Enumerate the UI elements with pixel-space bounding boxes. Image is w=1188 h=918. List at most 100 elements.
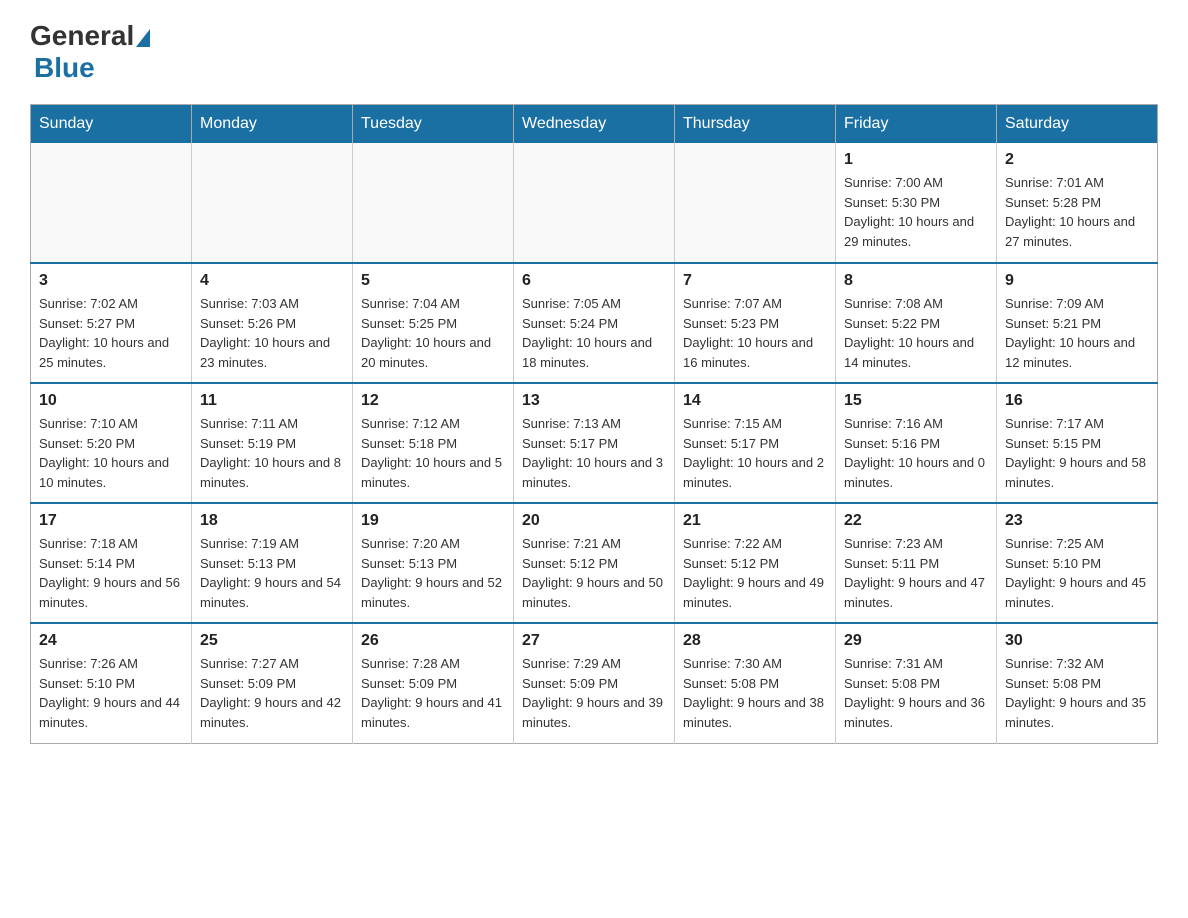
weekday-header-tuesday: Tuesday <box>353 105 514 144</box>
calendar-cell: 23 Sunrise: 7:25 AMSunset: 5:10 PMDayligh… <box>997 503 1158 623</box>
day-info: Sunrise: 7:00 AMSunset: 5:30 PMDaylight:… <box>844 173 988 251</box>
day-number: 12 <box>361 392 505 410</box>
day-info: Sunrise: 7:19 AMSunset: 5:13 PMDaylight:… <box>200 534 344 612</box>
day-info: Sunrise: 7:18 AMSunset: 5:14 PMDaylight:… <box>39 534 183 612</box>
day-info: Sunrise: 7:15 AMSunset: 5:17 PMDaylight:… <box>683 414 827 492</box>
calendar-cell: 28 Sunrise: 7:30 AMSunset: 5:08 PMDayligh… <box>675 623 836 743</box>
day-info: Sunrise: 7:13 AMSunset: 5:17 PMDaylight:… <box>522 414 666 492</box>
day-number: 23 <box>1005 512 1149 530</box>
weekday-header-wednesday: Wednesday <box>514 105 675 144</box>
day-number: 30 <box>1005 632 1149 650</box>
calendar-week-row: 1 Sunrise: 7:00 AMSunset: 5:30 PMDaylight… <box>31 143 1158 263</box>
day-info: Sunrise: 7:16 AMSunset: 5:16 PMDaylight:… <box>844 414 988 492</box>
logo: General Blue <box>30 20 152 84</box>
day-info: Sunrise: 7:07 AMSunset: 5:23 PMDaylight:… <box>683 294 827 372</box>
day-info: Sunrise: 7:08 AMSunset: 5:22 PMDaylight:… <box>844 294 988 372</box>
calendar-cell <box>31 143 192 263</box>
calendar-cell: 21Sunrise: 7:22 AMSunset: 5:12 PMDayligh… <box>675 503 836 623</box>
logo-blue-text: Blue <box>34 52 95 83</box>
day-number: 1 <box>844 151 988 169</box>
day-info: Sunrise: 7:04 AMSunset: 5:25 PMDaylight:… <box>361 294 505 372</box>
day-info: Sunrise: 7:26 AMSunset: 5:10 PMDaylight:… <box>39 654 183 732</box>
day-info: Sunrise: 7:20 AMSunset: 5:13 PMDaylight:… <box>361 534 505 612</box>
day-info: Sunrise: 7:27 AMSunset: 5:09 PMDaylight:… <box>200 654 344 732</box>
weekday-header-sunday: Sunday <box>31 105 192 144</box>
day-number: 14 <box>683 392 827 410</box>
calendar-cell: 18 Sunrise: 7:19 AMSunset: 5:13 PMDayligh… <box>192 503 353 623</box>
day-number: 27 <box>522 632 666 650</box>
calendar-cell: 8 Sunrise: 7:08 AMSunset: 5:22 PMDaylight… <box>836 263 997 383</box>
calendar-cell: 16 Sunrise: 7:17 AMSunset: 5:15 PMDayligh… <box>997 383 1158 503</box>
calendar-cell: 7Sunrise: 7:07 AMSunset: 5:23 PMDaylight… <box>675 263 836 383</box>
calendar-cell: 14 Sunrise: 7:15 AMSunset: 5:17 PMDayligh… <box>675 383 836 503</box>
day-number: 29 <box>844 632 988 650</box>
calendar-cell: 22 Sunrise: 7:23 AMSunset: 5:11 PMDayligh… <box>836 503 997 623</box>
day-info: Sunrise: 7:31 AMSunset: 5:08 PMDaylight:… <box>844 654 988 732</box>
day-info: Sunrise: 7:09 AMSunset: 5:21 PMDaylight:… <box>1005 294 1149 372</box>
day-info: Sunrise: 7:21 AMSunset: 5:12 PMDaylight:… <box>522 534 666 612</box>
calendar-cell: 27 Sunrise: 7:29 AMSunset: 5:09 PMDayligh… <box>514 623 675 743</box>
calendar-cell: 12 Sunrise: 7:12 AMSunset: 5:18 PMDayligh… <box>353 383 514 503</box>
day-number: 22 <box>844 512 988 530</box>
calendar-cell <box>514 143 675 263</box>
calendar-cell: 6 Sunrise: 7:05 AMSunset: 5:24 PMDaylight… <box>514 263 675 383</box>
calendar-cell: 20 Sunrise: 7:21 AMSunset: 5:12 PMDayligh… <box>514 503 675 623</box>
logo-triangle-icon <box>136 29 150 47</box>
calendar-cell: 5Sunrise: 7:04 AMSunset: 5:25 PMDaylight… <box>353 263 514 383</box>
calendar-cell: 19Sunrise: 7:20 AMSunset: 5:13 PMDayligh… <box>353 503 514 623</box>
day-number: 26 <box>361 632 505 650</box>
weekday-header-saturday: Saturday <box>997 105 1158 144</box>
page-header: General Blue <box>30 20 1158 84</box>
day-number: 17 <box>39 512 183 530</box>
calendar-cell: 24 Sunrise: 7:26 AMSunset: 5:10 PMDayligh… <box>31 623 192 743</box>
day-info: Sunrise: 7:25 AMSunset: 5:10 PMDaylight:… <box>1005 534 1149 612</box>
calendar-cell: 13 Sunrise: 7:13 AMSunset: 5:17 PMDayligh… <box>514 383 675 503</box>
calendar-cell <box>353 143 514 263</box>
calendar-cell <box>192 143 353 263</box>
day-number: 10 <box>39 392 183 410</box>
calendar-table: SundayMondayTuesdayWednesdayThursdayFrid… <box>30 104 1158 744</box>
day-number: 9 <box>1005 272 1149 290</box>
day-number: 15 <box>844 392 988 410</box>
day-number: 2 <box>1005 151 1149 169</box>
day-number: 20 <box>522 512 666 530</box>
calendar-cell: 30 Sunrise: 7:32 AMSunset: 5:08 PMDayligh… <box>997 623 1158 743</box>
calendar-cell: 29 Sunrise: 7:31 AMSunset: 5:08 PMDayligh… <box>836 623 997 743</box>
calendar-cell: 25 Sunrise: 7:27 AMSunset: 5:09 PMDayligh… <box>192 623 353 743</box>
day-info: Sunrise: 7:28 AMSunset: 5:09 PMDaylight:… <box>361 654 505 732</box>
day-info: Sunrise: 7:32 AMSunset: 5:08 PMDaylight:… <box>1005 654 1149 732</box>
day-info: Sunrise: 7:17 AMSunset: 5:15 PMDaylight:… <box>1005 414 1149 492</box>
day-info: Sunrise: 7:12 AMSunset: 5:18 PMDaylight:… <box>361 414 505 492</box>
day-number: 8 <box>844 272 988 290</box>
calendar-cell: 3Sunrise: 7:02 AMSunset: 5:27 PMDaylight… <box>31 263 192 383</box>
calendar-cell: 4Sunrise: 7:03 AMSunset: 5:26 PMDaylight… <box>192 263 353 383</box>
weekday-header-row: SundayMondayTuesdayWednesdayThursdayFrid… <box>31 105 1158 144</box>
logo-general-text: General <box>30 20 134 52</box>
day-number: 4 <box>200 272 344 290</box>
calendar-week-row: 10 Sunrise: 7:10 AMSunset: 5:20 PMDayligh… <box>31 383 1158 503</box>
calendar-cell: 15 Sunrise: 7:16 AMSunset: 5:16 PMDayligh… <box>836 383 997 503</box>
day-info: Sunrise: 7:23 AMSunset: 5:11 PMDaylight:… <box>844 534 988 612</box>
calendar-cell: 10 Sunrise: 7:10 AMSunset: 5:20 PMDayligh… <box>31 383 192 503</box>
day-info: Sunrise: 7:10 AMSunset: 5:20 PMDaylight:… <box>39 414 183 492</box>
day-info: Sunrise: 7:29 AMSunset: 5:09 PMDaylight:… <box>522 654 666 732</box>
calendar-cell: 17 Sunrise: 7:18 AMSunset: 5:14 PMDayligh… <box>31 503 192 623</box>
day-number: 28 <box>683 632 827 650</box>
day-number: 25 <box>200 632 344 650</box>
calendar-week-row: 24 Sunrise: 7:26 AMSunset: 5:10 PMDayligh… <box>31 623 1158 743</box>
day-info: Sunrise: 7:22 AMSunset: 5:12 PMDaylight:… <box>683 534 827 612</box>
weekday-header-thursday: Thursday <box>675 105 836 144</box>
day-number: 13 <box>522 392 666 410</box>
day-number: 6 <box>522 272 666 290</box>
calendar-cell: 2Sunrise: 7:01 AMSunset: 5:28 PMDaylight… <box>997 143 1158 263</box>
day-info: Sunrise: 7:05 AMSunset: 5:24 PMDaylight:… <box>522 294 666 372</box>
day-number: 24 <box>39 632 183 650</box>
calendar-week-row: 17 Sunrise: 7:18 AMSunset: 5:14 PMDayligh… <box>31 503 1158 623</box>
day-number: 18 <box>200 512 344 530</box>
calendar-cell: 11Sunrise: 7:11 AMSunset: 5:19 PMDayligh… <box>192 383 353 503</box>
day-number: 16 <box>1005 392 1149 410</box>
day-info: Sunrise: 7:30 AMSunset: 5:08 PMDaylight:… <box>683 654 827 732</box>
day-info: Sunrise: 7:02 AMSunset: 5:27 PMDaylight:… <box>39 294 183 372</box>
day-number: 11 <box>200 392 344 410</box>
calendar-cell: 26 Sunrise: 7:28 AMSunset: 5:09 PMDayligh… <box>353 623 514 743</box>
